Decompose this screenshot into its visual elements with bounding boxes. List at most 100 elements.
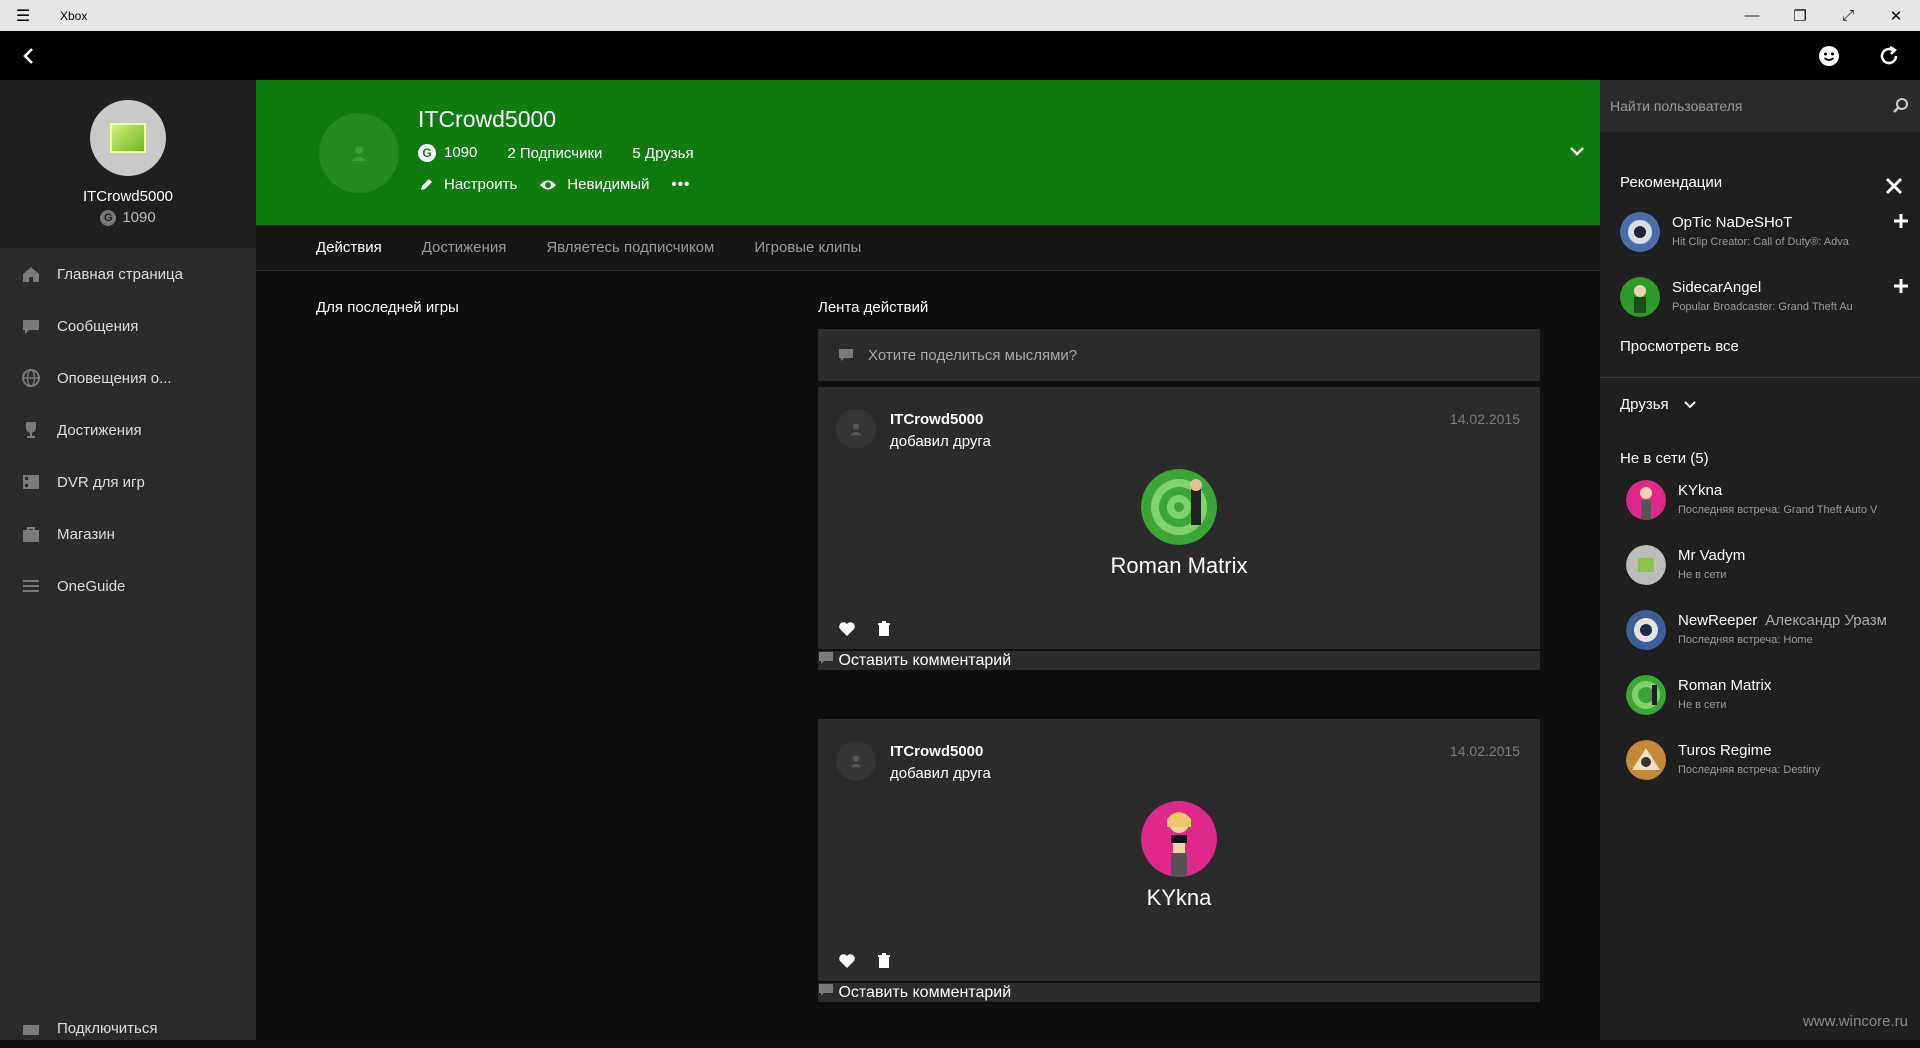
sidebar-item-achievements[interactable]: Достижения <box>0 404 256 456</box>
followers-link[interactable]: 2 Подписчики <box>507 145 602 162</box>
profile-tabs: Действия Достижения Являетесь подписчико… <box>256 225 1600 271</box>
avatar <box>1620 277 1660 317</box>
sidebar-item-home[interactable]: Главная страница <box>0 248 256 300</box>
chevron-down-icon[interactable] <box>1566 140 1588 162</box>
sidebar: ITCrowd5000 G 1090 Главная страница Сооб… <box>0 80 256 1040</box>
search-icon[interactable] <box>1892 97 1910 115</box>
banner-avatar[interactable] <box>319 113 399 193</box>
avatar <box>1626 675 1666 715</box>
sidebar-item-label: OneGuide <box>57 577 126 595</box>
see-all-link[interactable]: Просмотреть все <box>1620 338 1739 355</box>
feed-item: ITCrowd5000 добавил друга 14.02.2015 KYk… <box>818 719 1540 981</box>
feed-author[interactable]: ITCrowd5000 <box>890 411 991 428</box>
sidebar-item-oneguide[interactable]: OneGuide <box>0 560 256 612</box>
person-status: Не в сети <box>1678 699 1727 711</box>
tab-game-clips[interactable]: Игровые клипы <box>754 239 861 256</box>
add-friend-icon[interactable] <box>1892 277 1910 295</box>
friends-dropdown[interactable]: Друзья <box>1620 396 1697 413</box>
watermark: www.wincore.ru <box>1802 1013 1908 1030</box>
back-icon[interactable] <box>14 41 44 71</box>
friend-avatar <box>1141 801 1217 877</box>
chevron-down-icon <box>1683 400 1696 408</box>
sidebar-item-label: Магазин <box>57 525 115 543</box>
profile-gamertag: ITCrowd5000 <box>82 188 174 205</box>
banner-gamerscore: G 1090 <box>418 144 477 162</box>
message-icon <box>23 320 39 334</box>
tab-following[interactable]: Являетесь подписчиком <box>546 239 714 256</box>
person-name: Roman Matrix <box>1678 677 1772 694</box>
friend-item[interactable]: Turos Regime Последняя встреча: Destiny <box>1626 736 1916 784</box>
friend-item[interactable]: Roman Matrix Не в сети <box>1626 671 1916 719</box>
smiley-icon[interactable] <box>1816 43 1842 69</box>
person-icon <box>352 146 366 161</box>
trash-icon[interactable] <box>876 953 892 969</box>
friend-name: Roman Matrix <box>1110 553 1248 578</box>
user-search-input[interactable]: Найти пользователя <box>1600 80 1920 132</box>
tab-activity[interactable]: Действия <box>316 239 382 256</box>
sidebar-item-connect[interactable]: Подключиться <box>0 1008 256 1048</box>
avatar[interactable] <box>90 100 166 176</box>
feed-tools <box>838 953 892 969</box>
comment-input[interactable]: Оставить комментарий <box>818 651 1540 670</box>
offline-section-title: Не в сети (5) <box>1620 450 1709 467</box>
banner-stats: G 1090 2 Подписчики 5 Друзья <box>418 144 694 162</box>
more-button[interactable]: ••• <box>671 176 690 193</box>
recommendation-item[interactable]: OpTic NaDeSHoT Hit Clip Creator: Call of… <box>1620 208 1910 256</box>
main-content: Для последней игры Лента действий Хотите… <box>256 271 1600 1040</box>
feed-item: ITCrowd5000 добавил друга 14.02.2015 Rom… <box>818 387 1540 649</box>
comment-placeholder: Оставить комментарий <box>838 984 1012 1001</box>
feed-item-header: ITCrowd5000 добавил друга <box>836 409 991 450</box>
sidebar-item-label: Достижения <box>57 421 142 439</box>
author-avatar[interactable] <box>836 741 876 781</box>
close-button[interactable]: ✕ <box>1872 0 1920 31</box>
tab-achievements[interactable]: Достижения <box>422 239 507 256</box>
divider <box>1600 377 1920 378</box>
friend-avatar <box>1141 469 1217 545</box>
presence-button[interactable]: Невидимый <box>539 176 649 193</box>
share-input[interactable]: Хотите поделиться мыслями? <box>818 329 1540 381</box>
heart-icon[interactable] <box>838 621 856 637</box>
feed-friend[interactable]: KYkna <box>818 801 1540 911</box>
feed-tools <box>838 621 892 637</box>
friends-link[interactable]: 5 Друзья <box>632 145 693 162</box>
comment-icon <box>819 652 833 664</box>
minimize-button[interactable]: — <box>1728 0 1776 31</box>
author-avatar[interactable] <box>836 409 876 449</box>
customize-button[interactable]: Настроить <box>418 176 517 193</box>
refresh-icon[interactable] <box>1876 43 1902 69</box>
sidebar-item-label: Главная страница <box>57 265 183 283</box>
comment-placeholder: Оставить комментарий <box>838 652 1012 669</box>
friends-dropdown-label: Друзья <box>1620 396 1669 413</box>
banner-actions: Настроить Невидимый ••• <box>418 176 690 193</box>
feed-date: 14.02.2015 <box>1449 411 1520 427</box>
sidebar-item-messages[interactable]: Сообщения <box>0 300 256 352</box>
real-name: Александр Уразм <box>1765 612 1887 629</box>
trash-icon[interactable] <box>876 621 892 637</box>
person-status: Последняя встреча: Home <box>1678 634 1813 646</box>
avatar <box>1626 740 1666 780</box>
sidebar-item-dvr[interactable]: DVR для игр <box>0 456 256 508</box>
feed-friend[interactable]: Roman Matrix <box>818 469 1540 579</box>
fullscreen-button[interactable]: ⤢ <box>1824 0 1872 31</box>
friend-item[interactable]: KYkna Последняя встреча: Grand Theft Aut… <box>1626 476 1916 524</box>
person-name: Turos Regime <box>1678 742 1772 759</box>
feed-action: добавил друга <box>890 765 991 782</box>
comment-input[interactable]: Оставить комментарий <box>818 983 1540 1002</box>
add-friend-icon[interactable] <box>1892 212 1910 230</box>
feed-author[interactable]: ITCrowd5000 <box>890 743 991 760</box>
gamerpic-icon <box>110 123 146 153</box>
person-name: Mr Vadym <box>1678 547 1746 564</box>
recommendation-item[interactable]: SidecarAngel Popular Broadcaster: Grand … <box>1620 273 1910 321</box>
sidebar-item-store[interactable]: Магазин <box>0 508 256 560</box>
profile-card[interactable]: ITCrowd5000 G 1090 <box>0 80 256 248</box>
close-icon[interactable] <box>1884 176 1904 196</box>
person-status: Popular Broadcaster: Grand Theft Au <box>1672 301 1853 313</box>
friend-item[interactable]: Mr Vadym Не в сети <box>1626 541 1916 589</box>
profile-gamerscore: G 1090 <box>0 209 256 226</box>
hamburger-menu-icon[interactable]: ☰ <box>0 0 46 31</box>
sidebar-item-notifications[interactable]: Оповещения о... <box>0 352 256 404</box>
restore-button[interactable]: ❐ <box>1776 0 1824 31</box>
comment-icon <box>819 984 833 996</box>
friend-item[interactable]: NewReeper Александр Уразм Последняя встре… <box>1626 606 1916 654</box>
heart-icon[interactable] <box>838 953 856 969</box>
